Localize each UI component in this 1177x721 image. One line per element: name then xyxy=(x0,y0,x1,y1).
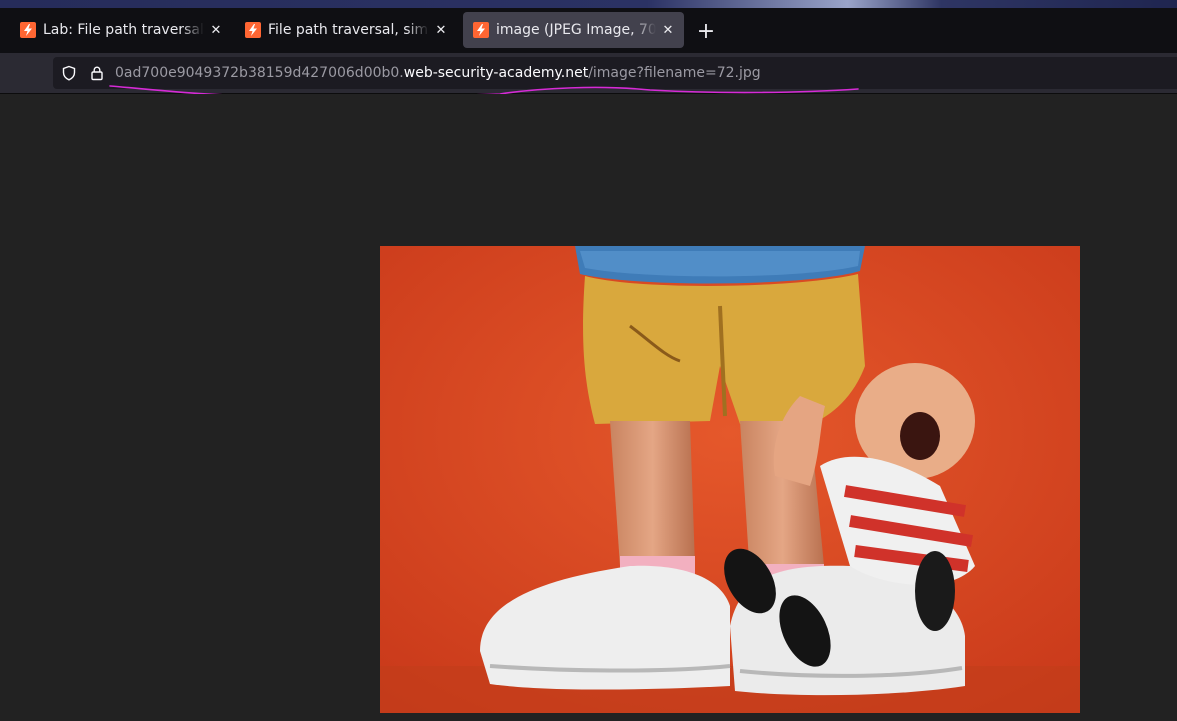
tab-bar: Lab: File path traversal, simple case ✕ … xyxy=(0,8,1177,53)
close-icon[interactable]: ✕ xyxy=(433,22,449,38)
tab-image[interactable]: image (JPEG Image, 700 ✕ xyxy=(463,12,684,48)
url-path: /image?filename=72.jpg xyxy=(588,65,761,81)
desktop-wallpaper-strip xyxy=(0,0,1177,8)
new-tab-button[interactable]: + xyxy=(694,20,718,44)
lock-icon[interactable] xyxy=(89,65,105,81)
tab-title: Lab: File path traversal, simple case xyxy=(43,22,204,38)
close-icon[interactable]: ✕ xyxy=(208,22,224,38)
close-icon[interactable]: ✕ xyxy=(660,22,676,38)
portswigger-icon xyxy=(20,22,36,38)
tab-title: image (JPEG Image, 700 xyxy=(496,22,656,38)
portswigger-icon xyxy=(473,22,489,38)
url-text[interactable]: 0ad700e9049372b38159d427006d00b0.web-sec… xyxy=(115,63,761,83)
portswigger-icon xyxy=(245,22,261,38)
url-domain: web-security-academy.net xyxy=(403,65,589,81)
shield-icon[interactable] xyxy=(61,65,77,81)
tab-lab[interactable]: Lab: File path traversal, simple case ✕ xyxy=(10,12,232,48)
figurine-photo xyxy=(380,246,1080,713)
navigation-toolbar: 0ad700e9049372b38159d427006d00b0.web-sec… xyxy=(0,53,1177,94)
tab-topic[interactable]: File path traversal, simple case ✕ xyxy=(235,12,457,48)
page-viewport xyxy=(0,94,1177,721)
tab-title: File path traversal, simple case xyxy=(268,22,429,38)
url-prefix: 0ad700e9049372b38159d427006d00b0. xyxy=(115,65,404,81)
address-bar[interactable]: 0ad700e9049372b38159d427006d00b0.web-sec… xyxy=(53,57,1177,89)
jpeg-image xyxy=(380,246,1080,713)
